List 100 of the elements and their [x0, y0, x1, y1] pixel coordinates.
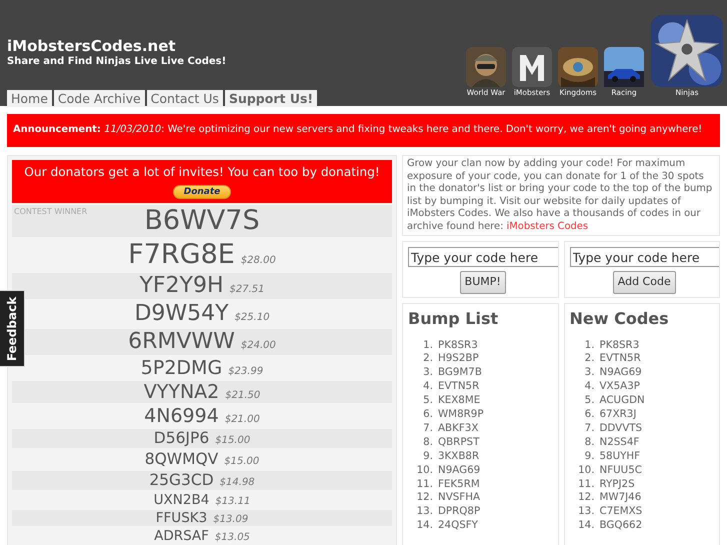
list-code[interactable]: MW7J46: [600, 491, 642, 506]
donator-code: 5P2DMG: [140, 356, 222, 379]
donation-amount: $23.99: [228, 364, 264, 379]
list-code[interactable]: FEK5RM: [438, 478, 480, 492]
bump-button[interactable]: BUMP!: [460, 271, 506, 294]
list-number: 7.: [422, 422, 433, 436]
list-number: 7.: [584, 422, 594, 436]
game-icon[interactable]: [558, 46, 598, 87]
list-code[interactable]: BG9M7B: [438, 366, 482, 380]
list-code[interactable]: EVTN5R: [438, 380, 480, 394]
list-code[interactable]: RYPJ2S: [600, 478, 635, 492]
game-icon[interactable]: [651, 14, 723, 87]
list-number: 13.: [416, 505, 433, 520]
list-code[interactable]: PK8SR3: [600, 338, 640, 352]
list-number: 11.: [577, 478, 594, 492]
list-code[interactable]: NFUU5C: [600, 464, 642, 478]
donator-code: YF2Y9H: [139, 272, 224, 299]
list-number: 1.: [584, 338, 594, 352]
donate-message: Our donators get a lot of invites! You can too by donating!: [23, 164, 381, 181]
list-number: 14.: [577, 519, 594, 534]
list-number: 10.: [416, 464, 433, 478]
list-code[interactable]: PK8SR3: [438, 338, 478, 352]
list-number: 6.: [584, 408, 594, 422]
list-code[interactable]: EVTN5R: [600, 352, 641, 366]
donator-code: VYYNA2: [144, 380, 220, 403]
donator-code: ADRSAF: [154, 528, 209, 544]
donate-button[interactable]: Donate: [172, 185, 232, 200]
list-number: 3.: [422, 366, 433, 380]
donator-code: F7RG8E: [128, 238, 235, 271]
list-number: 6.: [422, 408, 433, 422]
list-code[interactable]: N9AG69: [438, 464, 480, 478]
donator-code: 25G3CD: [149, 470, 214, 490]
list-code[interactable]: 24QSFY: [438, 519, 478, 534]
list-heading: New Codes: [570, 308, 670, 330]
list-number: 9.: [584, 450, 594, 464]
bump-code-field[interactable]: Type your code here: [408, 247, 558, 267]
list-number: 2.: [422, 352, 433, 366]
donation-amount: $15.00: [215, 434, 250, 448]
donator-code: FFUSK3: [156, 510, 208, 526]
list-number: 1.: [422, 338, 433, 352]
announcement-text: Announcement: 11/03/2010: We're optimizing our new servers and fixing tweaks here and there. Don't worry, we aren't going anywhere!: [13, 123, 702, 138]
list-code[interactable]: KEX8ME: [438, 394, 480, 408]
list-code[interactable]: N2SS4F: [600, 436, 640, 450]
nav-tab[interactable]: Code Archive: [54, 90, 145, 107]
donator-code: 8QWMQV: [144, 450, 218, 469]
donation-amount: $21.00: [224, 412, 260, 427]
donation-amount: $27.51: [230, 282, 265, 297]
list-code[interactable]: 58UYHF: [600, 450, 640, 464]
list-number: 5.: [422, 394, 433, 408]
list-code[interactable]: WM8R9P: [438, 408, 484, 422]
list-code[interactable]: DPRQ8P: [438, 505, 480, 520]
list-code[interactable]: C7EMXS: [600, 505, 642, 520]
list-number: 13.: [577, 505, 594, 520]
list-code[interactable]: BGQ662: [600, 519, 642, 534]
intro-paragraph: Grow your clan now by adding your code! For maximum exposure of your code, you can donate for 1 of the 30 spots in the donator's list or bring your code to the top of the bump list by bumping it. Visit our website for daily updates of iMobsters Codes. We also have a thousands of codes in our archive found here: iMobsters Codes: [402, 155, 720, 236]
donator-code: D9W54Y: [134, 300, 229, 327]
contest-winner-label: CONTEST WINNER: [14, 206, 88, 218]
donator-code: B6WV7S: [144, 204, 260, 237]
list-code[interactable]: H9S2BP: [438, 352, 479, 366]
tagline: Share and Find Ninjas Live Live Codes!: [7, 55, 228, 68]
donator-code: 4N6994: [144, 404, 219, 427]
list-code[interactable]: NVSFHA: [438, 491, 480, 506]
archive-link[interactable]: iMobsters Codes: [506, 220, 588, 232]
list-number: 3.: [584, 366, 594, 380]
list-number: 8.: [584, 436, 594, 450]
list-heading: Bump List: [408, 308, 500, 330]
donator-code: UXN2B4: [154, 492, 210, 508]
game-icon[interactable]: [466, 46, 506, 87]
list-code[interactable]: VX5A3P: [600, 380, 640, 394]
list-number: 12.: [577, 491, 594, 506]
feedback-tab[interactable]: Feedback: [0, 290, 25, 367]
list-code[interactable]: ABKF3X: [438, 422, 478, 436]
add-code-field[interactable]: Type your code here: [570, 247, 719, 267]
list-number: 12.: [416, 491, 433, 506]
list-number: 10.: [577, 464, 594, 478]
donator-code: 6RMVWW: [128, 328, 235, 355]
list-number: 4.: [422, 380, 433, 394]
list-number: 2.: [584, 352, 594, 366]
donation-amount: $25.10: [234, 310, 270, 325]
list-code[interactable]: 3KXB8R: [438, 450, 480, 464]
game-icon[interactable]: [604, 46, 644, 87]
list-code[interactable]: DDVVTS: [600, 422, 642, 436]
nav-tab[interactable]: Home: [7, 90, 52, 107]
nav-tab[interactable]: Contact Us: [146, 90, 223, 107]
site-title[interactable]: iMobstersCodes.net: [7, 37, 318, 55]
list-code[interactable]: ACUGDN: [600, 394, 645, 408]
donation-amount: $13.05: [214, 530, 250, 545]
donation-amount: $13.09: [213, 512, 248, 527]
list-code[interactable]: QBRPST: [438, 436, 480, 450]
nav-tab[interactable]: Support Us!: [224, 90, 318, 107]
list-number: 14.: [416, 519, 433, 534]
list-number: 8.: [422, 436, 433, 450]
list-number: 11.: [416, 478, 433, 492]
list-code[interactable]: N9AG69: [600, 366, 642, 380]
donation-amount: $15.00: [224, 454, 260, 469]
list-code[interactable]: 67XR3J: [600, 408, 636, 422]
donation-amount: $21.50: [225, 388, 260, 403]
add-code-button[interactable]: Add Code: [612, 271, 676, 294]
game-icon[interactable]: [512, 46, 552, 87]
donation-amount: $13.11: [215, 494, 250, 509]
